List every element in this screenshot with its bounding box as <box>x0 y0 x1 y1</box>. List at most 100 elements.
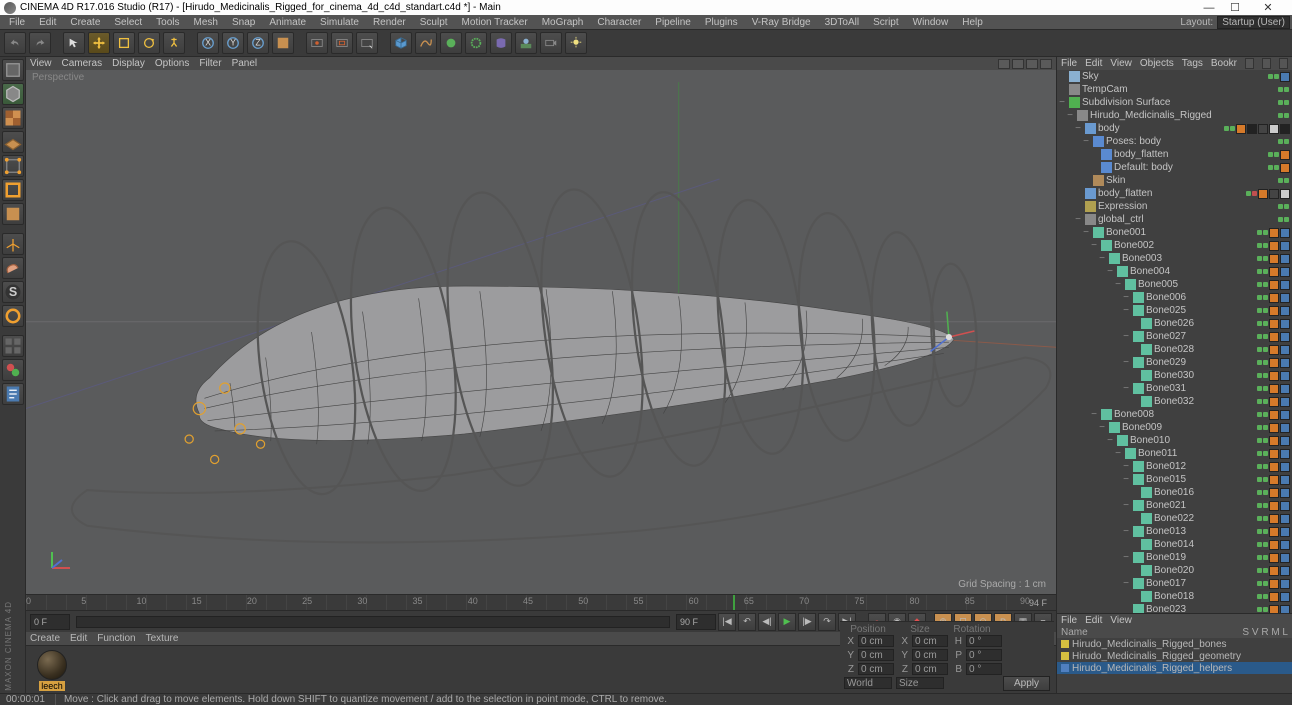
visibility-dots[interactable] <box>1257 347 1268 352</box>
tag-icon[interactable] <box>1280 501 1290 511</box>
expand-toggle[interactable]: − <box>1121 331 1131 342</box>
expand-toggle[interactable]: − <box>1073 214 1083 225</box>
expand-toggle[interactable]: − <box>1121 305 1131 316</box>
step-fwd-key-button[interactable]: ↷ <box>818 613 836 631</box>
tag-list[interactable] <box>1269 371 1290 381</box>
tag-icon[interactable] <box>1280 423 1290 433</box>
obj-menu-file[interactable]: File <box>1061 58 1077 69</box>
tag-icon[interactable] <box>1280 189 1290 199</box>
expand-toggle[interactable]: − <box>1073 123 1083 134</box>
menu-select[interactable]: Select <box>107 17 149 28</box>
object-name[interactable]: Bone014 <box>1154 539 1257 550</box>
object-name[interactable]: Bone025 <box>1146 305 1257 316</box>
tag-icon[interactable] <box>1269 566 1279 576</box>
visibility-dots[interactable] <box>1268 165 1279 170</box>
tag-icon[interactable] <box>1269 410 1279 420</box>
visibility-dots[interactable] <box>1257 568 1268 573</box>
tag-list[interactable] <box>1269 410 1290 420</box>
tag-list[interactable] <box>1269 319 1290 329</box>
visibility-dots[interactable] <box>1257 425 1268 430</box>
tag-icon[interactable] <box>1269 293 1279 303</box>
tag-icon[interactable] <box>1269 280 1279 290</box>
tag-icon[interactable] <box>1280 72 1290 82</box>
expand-toggle[interactable]: − <box>1121 383 1131 394</box>
expand-toggle[interactable]: − <box>1121 292 1131 303</box>
object-row[interactable]: −body <box>1057 122 1292 135</box>
add-camera-button[interactable] <box>540 32 562 54</box>
add-generator-button[interactable] <box>465 32 487 54</box>
object-name[interactable]: Bone006 <box>1146 292 1257 303</box>
mat-menu-texture[interactable]: Texture <box>146 633 179 644</box>
obj-menu-edit[interactable]: Edit <box>1085 58 1102 69</box>
visibility-dots[interactable] <box>1257 256 1268 261</box>
tag-list[interactable] <box>1258 189 1290 199</box>
visibility-dots[interactable] <box>1278 139 1289 144</box>
visibility-dots[interactable] <box>1257 321 1268 326</box>
maximize-button[interactable]: ☐ <box>1222 0 1248 15</box>
tag-list[interactable] <box>1269 436 1290 446</box>
soft-select-button[interactable] <box>2 305 24 327</box>
menu-motiontracker[interactable]: Motion Tracker <box>455 17 535 28</box>
tag-icon[interactable] <box>1269 189 1279 199</box>
visibility-dots[interactable] <box>1278 178 1289 183</box>
tag-icon[interactable] <box>1280 553 1290 563</box>
tag-list[interactable] <box>1269 475 1290 485</box>
tag-icon[interactable] <box>1269 488 1279 498</box>
expand-toggle[interactable]: − <box>1113 279 1123 290</box>
object-row[interactable]: − Bone025 <box>1057 304 1292 317</box>
tag-icon[interactable] <box>1269 384 1279 394</box>
object-name[interactable]: Bone010 <box>1130 435 1257 446</box>
object-name[interactable]: Bone030 <box>1154 370 1257 381</box>
model-mode-button[interactable] <box>2 83 24 105</box>
visibility-dots[interactable] <box>1257 360 1268 365</box>
lock-z-button[interactable]: Z <box>247 32 269 54</box>
visibility-dots[interactable] <box>1268 74 1279 79</box>
tag-icon[interactable] <box>1236 124 1246 134</box>
menu-vraybridge[interactable]: V-Ray Bridge <box>745 17 818 28</box>
add-spline-button[interactable] <box>415 32 437 54</box>
material-item[interactable]: leech <box>30 650 74 691</box>
tweak-mode-button[interactable] <box>2 257 24 279</box>
object-name[interactable]: Bone022 <box>1154 513 1257 524</box>
tag-list[interactable] <box>1269 462 1290 472</box>
texture-mode-button[interactable] <box>2 107 24 129</box>
tag-icon[interactable] <box>1269 605 1279 614</box>
visibility-dots[interactable] <box>1257 230 1268 235</box>
tag-icon[interactable] <box>1269 540 1279 550</box>
visibility-dots[interactable] <box>1257 399 1268 404</box>
vp-menu-filter[interactable]: Filter <box>199 58 221 69</box>
expand-toggle[interactable]: − <box>1121 461 1131 472</box>
layer-row[interactable]: Hirudo_Medicinalis_Rigged_geometry <box>1057 650 1292 662</box>
tag-icon[interactable] <box>1280 254 1290 264</box>
expand-toggle[interactable]: − <box>1121 552 1131 563</box>
visibility-dots[interactable] <box>1257 607 1268 612</box>
obj-menu-objects[interactable]: Objects <box>1140 58 1174 69</box>
menu-tools[interactable]: Tools <box>149 17 186 28</box>
object-row[interactable]: −Bone019 <box>1057 551 1292 564</box>
object-row[interactable]: −Bone017 <box>1057 577 1292 590</box>
tag-list[interactable] <box>1269 566 1290 576</box>
object-row[interactable]: −Bone011 <box>1057 447 1292 460</box>
tag-list[interactable] <box>1236 124 1290 134</box>
step-back-key-button[interactable]: ↶ <box>738 613 756 631</box>
layer-name[interactable]: Hirudo_Medicinalis_Rigged_bones <box>1072 639 1227 650</box>
menu-create[interactable]: Create <box>63 17 107 28</box>
object-name[interactable]: Bone005 <box>1138 279 1257 290</box>
visibility-dots[interactable] <box>1257 542 1268 547</box>
object-row[interactable]: −Subdivision Surface <box>1057 96 1292 109</box>
step-fwd-button[interactable]: |▶ <box>798 613 816 631</box>
tag-icon[interactable] <box>1280 384 1290 394</box>
tag-icon[interactable] <box>1269 124 1279 134</box>
close-button[interactable]: ✕ <box>1248 0 1288 15</box>
object-row[interactable]: −Bone021 <box>1057 499 1292 512</box>
snap-button[interactable]: S <box>2 281 24 303</box>
object-name[interactable]: TempCam <box>1082 84 1278 95</box>
visibility-dots[interactable] <box>1257 282 1268 287</box>
tag-list[interactable] <box>1269 332 1290 342</box>
object-name[interactable]: Bone009 <box>1122 422 1257 433</box>
layer-row[interactable]: Hirudo_Medicinalis_Rigged_bones <box>1057 638 1292 650</box>
visibility-dots[interactable] <box>1257 386 1268 391</box>
coord-pos-field[interactable]: 0 cm <box>858 635 894 647</box>
material-name[interactable]: leech <box>39 681 65 691</box>
tag-list[interactable] <box>1269 501 1290 511</box>
